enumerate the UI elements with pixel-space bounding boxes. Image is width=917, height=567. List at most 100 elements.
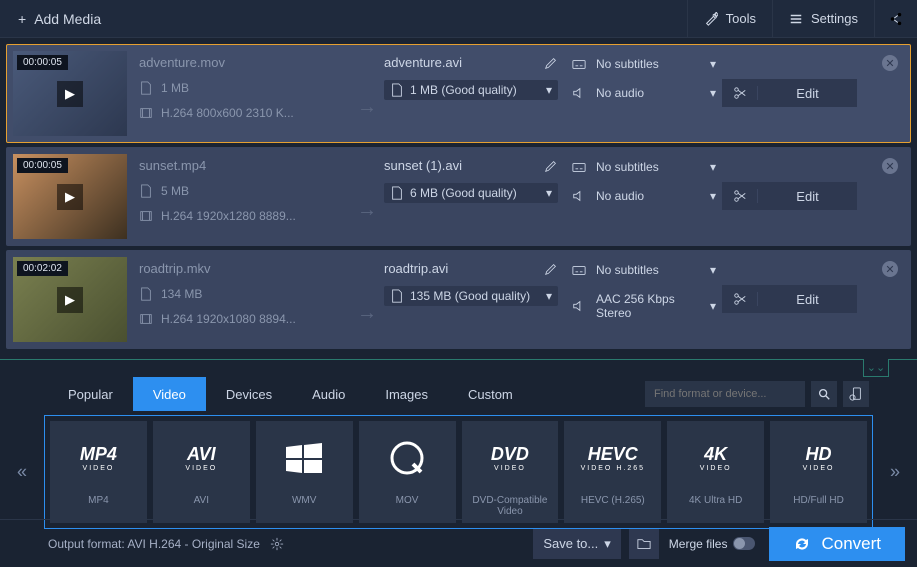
open-folder-button[interactable] — [629, 529, 659, 559]
chevron-down-icon: ▾ — [710, 86, 716, 100]
chevron-down-icon: ▾ — [710, 160, 716, 174]
subtitles-value: No subtitles — [596, 160, 700, 174]
play-icon[interactable]: ▶ — [57, 81, 83, 107]
film-icon — [139, 312, 153, 326]
subtitles-select[interactable]: No subtitles▾ — [572, 263, 716, 277]
audio-select[interactable]: No audio▾ — [572, 86, 716, 100]
search-button[interactable] — [811, 381, 837, 407]
tab-images[interactable]: Images — [365, 377, 448, 411]
audio-value: No audio — [596, 189, 700, 203]
chevron-down-icon: ▾ — [710, 263, 716, 277]
output-format-text: Output format: AVI H.264 - Original Size — [48, 537, 260, 551]
edit-label: Edit — [758, 86, 857, 101]
format-dvd[interactable]: DVDVIDEODVD-Compatible Video — [462, 421, 559, 523]
subtitles-select[interactable]: No subtitles▾ — [572, 57, 716, 71]
gear-icon[interactable] — [270, 537, 284, 551]
device-search-icon — [849, 387, 863, 401]
format-hevc[interactable]: HEVCVIDEO H.265HEVC (H.265) — [564, 421, 661, 523]
tab-audio[interactable]: Audio — [292, 377, 365, 411]
tab-devices[interactable]: Devices — [206, 377, 292, 411]
format-avi[interactable]: AVIVIDEOAVI — [153, 421, 250, 523]
subtitle-icon — [572, 263, 586, 277]
search-icon — [817, 387, 831, 401]
thumbnail[interactable]: 00:00:05 ▶ — [13, 154, 127, 239]
tools-button[interactable]: Tools — [687, 0, 772, 37]
file-icon — [390, 186, 404, 200]
search-input[interactable] — [645, 381, 805, 407]
folder-icon — [637, 537, 651, 551]
collapse-panel-button[interactable]: ⌄⌄ — [863, 359, 889, 377]
pencil-icon[interactable] — [544, 262, 558, 276]
pencil-icon[interactable] — [544, 56, 558, 70]
file-icon — [139, 184, 153, 198]
bottom-bar: Output format: AVI H.264 - Original Size… — [0, 519, 917, 567]
format-wmv[interactable]: WMV — [256, 421, 353, 523]
source-codec: H.264 1920x1080 8894... — [161, 312, 296, 326]
audio-select[interactable]: AAC 256 Kbps Stereo▾ — [572, 292, 716, 320]
chevron-down-icon: ▾ — [604, 536, 611, 552]
file-item[interactable]: 00:02:02 ▶ roadtrip.mkv 134 MB H.264 192… — [6, 250, 911, 349]
speaker-icon — [572, 189, 586, 203]
share-icon — [889, 12, 903, 26]
panel-divider: ⌄⌄ — [0, 359, 917, 377]
save-to-button[interactable]: Save to... ▾ — [533, 529, 620, 559]
detect-device-button[interactable] — [843, 381, 869, 407]
settings-button[interactable]: Settings — [772, 0, 874, 37]
source-filename: adventure.mov — [139, 55, 342, 70]
edit-label: Edit — [758, 292, 857, 307]
play-icon[interactable]: ▶ — [57, 184, 83, 210]
top-toolbar: + Add Media Tools Settings — [0, 0, 917, 38]
output-size: 135 MB (Good quality) — [410, 289, 540, 303]
output-filename: sunset (1).avi — [384, 158, 536, 173]
output-size-select[interactable]: 1 MB (Good quality)▾ — [384, 80, 558, 100]
pencil-icon[interactable] — [544, 159, 558, 173]
duration-badge: 00:00:05 — [17, 158, 68, 173]
file-icon — [390, 83, 404, 97]
duration-badge: 00:00:05 — [17, 55, 68, 70]
edit-button[interactable]: Edit — [722, 182, 857, 210]
output-filename: roadtrip.avi — [384, 261, 536, 276]
audio-select[interactable]: No audio ▾ — [572, 189, 716, 203]
chevron-down-icon: ▾ — [546, 186, 552, 200]
subtitle-icon — [572, 57, 586, 71]
format-mp4[interactable]: MP4VIDEOMP4 — [50, 421, 147, 523]
tab-popular[interactable]: Popular — [48, 377, 133, 411]
film-icon — [139, 209, 153, 223]
file-item[interactable]: 00:00:05 ▶ sunset.mp4 5 MB H.264 1920x12… — [6, 147, 911, 246]
subtitles-select[interactable]: No subtitles ▾ — [572, 160, 716, 174]
play-icon[interactable]: ▶ — [57, 287, 83, 313]
arrow-icon: → — [352, 257, 382, 342]
edit-button[interactable]: Edit — [722, 79, 857, 107]
file-item[interactable]: 00:00:05 ▶ adventure.mov 1 MB H.264 800x… — [6, 44, 911, 143]
source-codec: H.264 800x600 2310 K... — [161, 106, 294, 120]
scroll-right-button[interactable]: » — [890, 462, 900, 483]
source-filename: roadtrip.mkv — [139, 261, 342, 276]
speaker-icon — [572, 86, 586, 100]
convert-button[interactable]: Convert — [769, 527, 905, 561]
add-media-button[interactable]: + Add Media — [0, 0, 119, 37]
menu-icon — [789, 12, 803, 26]
scroll-left-button[interactable]: « — [17, 462, 27, 483]
remove-button[interactable]: ✕ — [882, 55, 898, 71]
format-4k[interactable]: 4KVIDEO4K Ultra HD — [667, 421, 764, 523]
output-size-select[interactable]: 135 MB (Good quality) ▾ — [384, 286, 558, 306]
format-hd[interactable]: HDVIDEOHD/Full HD — [770, 421, 867, 523]
arrow-icon: → — [352, 51, 382, 136]
chevron-down-icon: ▾ — [546, 289, 552, 303]
convert-label: Convert — [821, 534, 881, 554]
output-size-select[interactable]: 6 MB (Good quality)▾ — [384, 183, 558, 203]
refresh-icon — [793, 535, 811, 553]
tab-video[interactable]: Video — [133, 377, 206, 411]
tab-custom[interactable]: Custom — [448, 377, 533, 411]
remove-button[interactable]: ✕ — [882, 158, 898, 174]
remove-button[interactable]: ✕ — [882, 261, 898, 277]
chevron-down-icon: ▾ — [710, 189, 716, 203]
edit-button[interactable]: Edit — [722, 285, 857, 313]
share-button[interactable] — [874, 0, 917, 37]
edit-label: Edit — [758, 189, 857, 204]
subtitle-icon — [572, 160, 586, 174]
thumbnail[interactable]: 00:00:05 ▶ — [13, 51, 127, 136]
thumbnail[interactable]: 00:02:02 ▶ — [13, 257, 127, 342]
merge-files-toggle[interactable] — [733, 537, 755, 550]
format-mov[interactable]: MOV — [359, 421, 456, 523]
